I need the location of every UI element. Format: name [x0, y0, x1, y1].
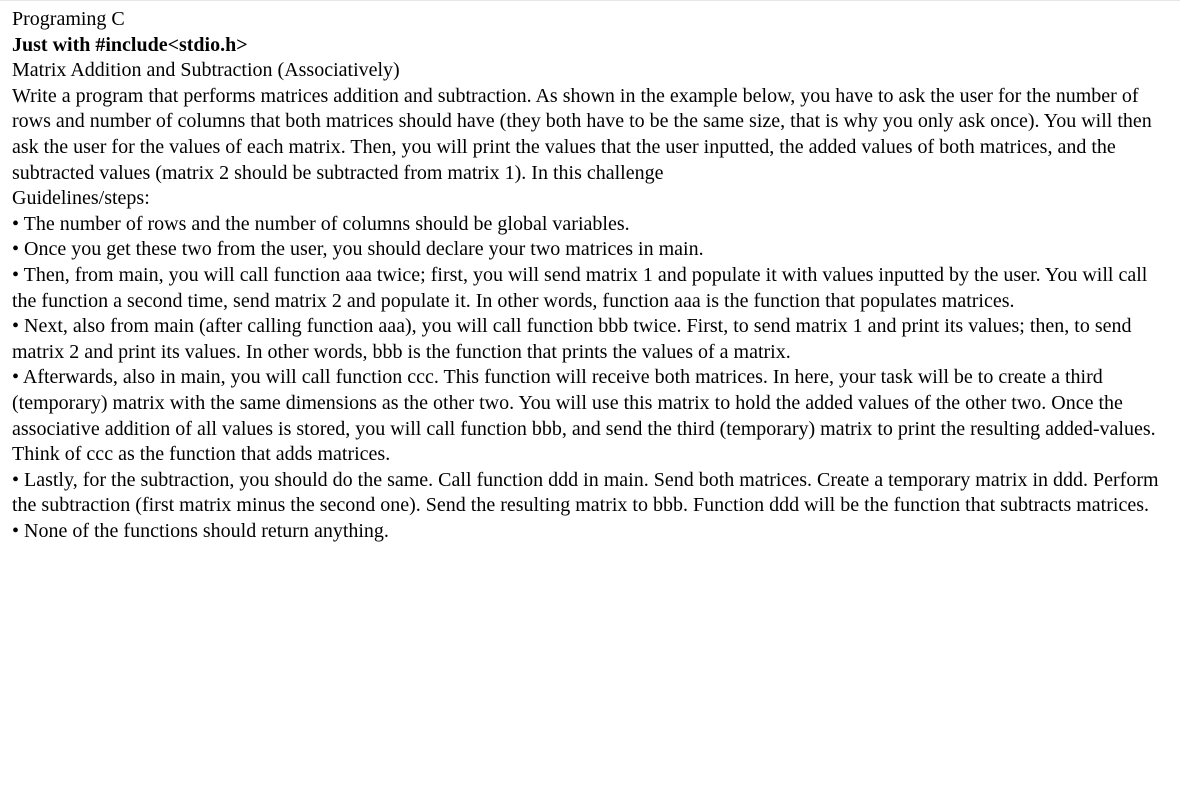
bullet-item: • Lastly, for the subtraction, you shoul… [12, 468, 1168, 519]
title-line-2: Just with #include<stdio.h> [12, 33, 1168, 59]
bullet-item: • Next, also from main (after calling fu… [12, 314, 1168, 365]
section-title: Matrix Addition and Subtraction (Associa… [12, 58, 1168, 84]
guidelines-heading: Guidelines/steps: [12, 186, 1168, 212]
bullet-item: • Afterwards, also in main, you will cal… [12, 365, 1168, 467]
bullet-item: • The number of rows and the number of c… [12, 212, 1168, 238]
bullet-item: • Then, from main, you will call functio… [12, 263, 1168, 314]
title-line-1: Programing C [12, 7, 1168, 33]
intro-paragraph: Write a program that performs matrices a… [12, 84, 1168, 186]
bullet-item: • Once you get these two from the user, … [12, 237, 1168, 263]
document-page: Programing C Just with #include<stdio.h>… [0, 0, 1180, 564]
bullet-item: • None of the functions should return an… [12, 519, 1168, 545]
